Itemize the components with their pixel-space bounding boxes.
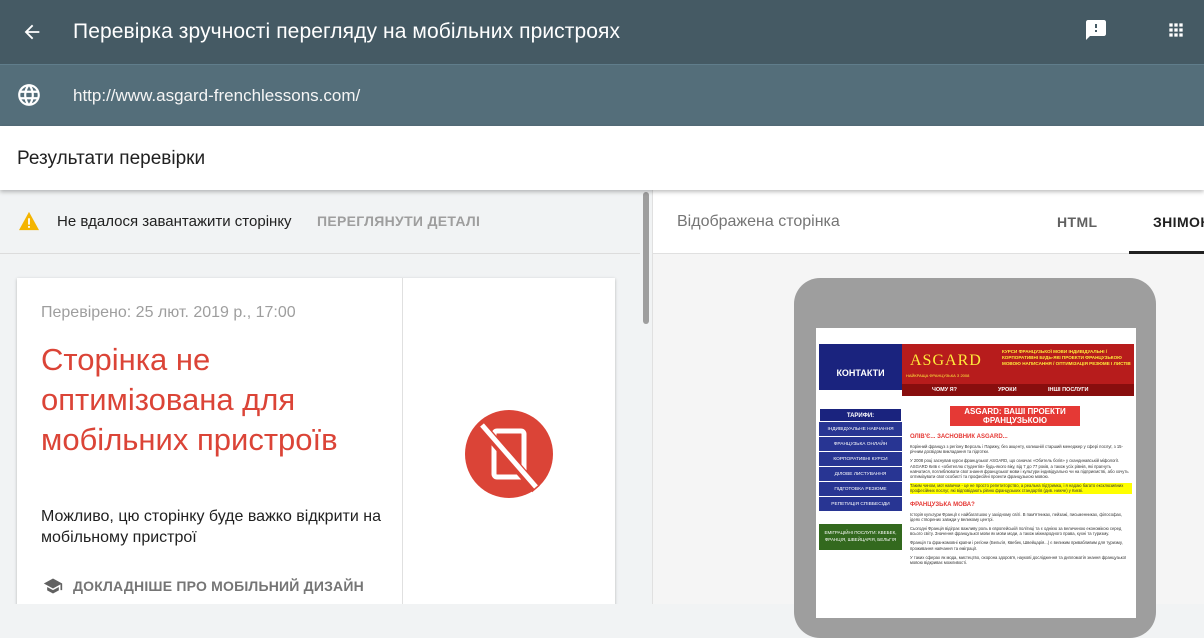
- left-scrollbar[interactable]: [640, 190, 652, 604]
- warning-icon: [19, 211, 39, 231]
- checked-timestamp: Перевірено: 25 лют. 2019 р., 17:00: [41, 304, 296, 321]
- globe-icon: [18, 84, 40, 106]
- warning-text: Не вдалося завантажити сторінку: [57, 213, 292, 230]
- tab-html[interactable]: HTML: [1057, 214, 1097, 230]
- site-paragraph: Франція та франкомовні країни і регіони …: [910, 540, 1123, 551]
- site-nav-item: ЧОМУ Я?: [932, 387, 957, 393]
- site-nav: ЧОМУ Я? УРОКИ ІНШІ ПОСЛУГИ: [902, 384, 1134, 396]
- active-tab-indicator: [1129, 251, 1204, 254]
- result-card: Перевірено: 25 лют. 2019 р., 17:00 Сторі…: [17, 278, 615, 604]
- school-icon: [43, 578, 63, 594]
- site-menu-item: ФРАНЦУЗЬКА ОНЛАЙН: [819, 437, 902, 452]
- site-content: ASGARD: ВАШІ ПРОЕКТИ ФРАНЦУЗЬКОЮ ОЛІВ'Є.…: [910, 406, 1132, 565]
- feedback-icon: [1086, 20, 1106, 40]
- site-menu-item: РЕПЕТИЦІЯ СПІВБЕСІДИ: [819, 497, 902, 512]
- arrow-back-icon: [24, 24, 40, 40]
- scrollbar-thumb[interactable]: [643, 192, 649, 324]
- site-logo: ASGARD: [910, 352, 982, 369]
- preview-title: Відображена сторінка: [677, 213, 840, 230]
- learn-more-link[interactable]: ДОКЛАДНІШЕ ПРО МОБІЛЬНИЙ ДИЗАЙН: [41, 576, 364, 596]
- url-text[interactable]: http://www.asgard-frenchlessons.com/: [73, 86, 360, 106]
- site-paragraph: Історія культури Франції є найбагатшою у…: [910, 511, 1123, 522]
- url-bar[interactable]: http://www.asgard-frenchlessons.com/: [0, 64, 1204, 126]
- site-menu-title: ТАРИФИ:: [819, 408, 902, 422]
- results-header: Результати перевірки: [0, 126, 1204, 190]
- site-content-title: ASGARD: ВАШІ ПРОЕКТИ ФРАНЦУЗЬКОЮ: [950, 406, 1080, 426]
- site-header: ASGARD НАЙКРАЩА ФРАНЦУЗЬКА З 2008 КУРСИ …: [902, 344, 1134, 384]
- learn-more-label: ДОКЛАДНІШЕ ПРО МОБІЛЬНИЙ ДИЗАЙН: [73, 578, 364, 594]
- site-menu-item: КОРПОРАТИВНІ КУРСИ: [819, 452, 902, 467]
- mobile-off-icon: [465, 410, 553, 498]
- phone-frame: КОНТАКТИ ASGARD НАЙКРАЩА ФРАНЦУЗЬКА З 20…: [794, 278, 1156, 638]
- tab-snapshot[interactable]: ЗНІМОК: [1153, 214, 1204, 230]
- site-menu: ТАРИФИ: ІНДИВІДУАЛЬНЕ НАВЧАННЯ ФРАНЦУЗЬК…: [819, 408, 902, 550]
- apps-button[interactable]: [1160, 16, 1192, 44]
- site-contacts-block: КОНТАКТИ: [819, 344, 902, 390]
- site-why-heading: ФРАНЦУЗЬКА МОВА?: [910, 501, 975, 508]
- feedback-button[interactable]: [1082, 16, 1110, 44]
- page-screenshot: КОНТАКТИ ASGARD НАЙКРАЩА ФРАНЦУЗЬКА З 20…: [816, 328, 1136, 618]
- result-headline: Сторінка не оптимізована для мобільних п…: [41, 342, 338, 457]
- site-menu-item: ІНДИВІДУАЛЬНЕ НАВЧАННЯ: [819, 422, 902, 437]
- site-paragraph: У таких сферах як мода, мистецтво, охоро…: [910, 554, 1127, 566]
- site-menu-item: ПІДГОТОВКА РЕЗЮМЕ: [819, 482, 902, 497]
- site-nav-item: ІНШІ ПОСЛУГИ: [1048, 387, 1089, 393]
- result-description: Можливо, цю сторінку буде важко відкрити…: [41, 508, 381, 546]
- site-header-lines: КУРСИ ФРАНЦУЗЬКОЇ МОВИ ІНДИВІДУАЛЬНІ / К…: [1002, 349, 1131, 366]
- back-button[interactable]: [16, 16, 48, 48]
- card-divider: [402, 278, 403, 604]
- site-paragraph: Сьогодні Франція відіграє важливу роль в…: [910, 526, 1122, 537]
- results-panel: Не вдалося завантажити сторінку ПЕРЕГЛЯН…: [0, 190, 640, 604]
- site-founder-heading: ОЛІВ'Є... ЗАСНОВНИК ASGARD...: [910, 434, 1008, 440]
- page-title: Перевірка зручності перегляду на мобільн…: [73, 20, 621, 43]
- view-details-link[interactable]: ПЕРЕГЛЯНУТИ ДЕТАЛІ: [317, 213, 480, 229]
- site-paragraph-highlight: Таким чином, мої навички - це не просто …: [910, 483, 1132, 494]
- app-bar: Перевірка зручності перегляду на мобільн…: [0, 0, 1204, 64]
- results-title: Результати перевірки: [17, 148, 206, 169]
- site-menu-item: ДІЛОВЕ ЛИСТУВАННЯ: [819, 467, 902, 482]
- site-paragraph: Корінний француз з регіону Версаль і Пар…: [910, 444, 1123, 455]
- site-nav-item: УРОКИ: [998, 387, 1017, 393]
- site-contacts: КОНТАКТИ: [836, 368, 885, 378]
- site-paragraph: У 2008 році заснував курси французької A…: [910, 458, 1129, 480]
- preview-panel: Відображена сторінка HTML ЗНІМОК КОНТАКТ…: [652, 190, 1204, 638]
- preview-tabs: Відображена сторінка HTML ЗНІМОК: [653, 190, 1204, 254]
- warning-bar: Не вдалося завантажити сторінку ПЕРЕГЛЯН…: [0, 190, 640, 254]
- site-menu-green: ЕМІГРАЦІЙНІ ПОСЛУГИ: КВЕБЕК, ФРАНЦІЯ, ШВ…: [819, 524, 902, 550]
- apps-grid-icon: [1169, 23, 1183, 37]
- site-logo-sub: НАЙКРАЩА ФРАНЦУЗЬКА З 2008: [906, 373, 970, 378]
